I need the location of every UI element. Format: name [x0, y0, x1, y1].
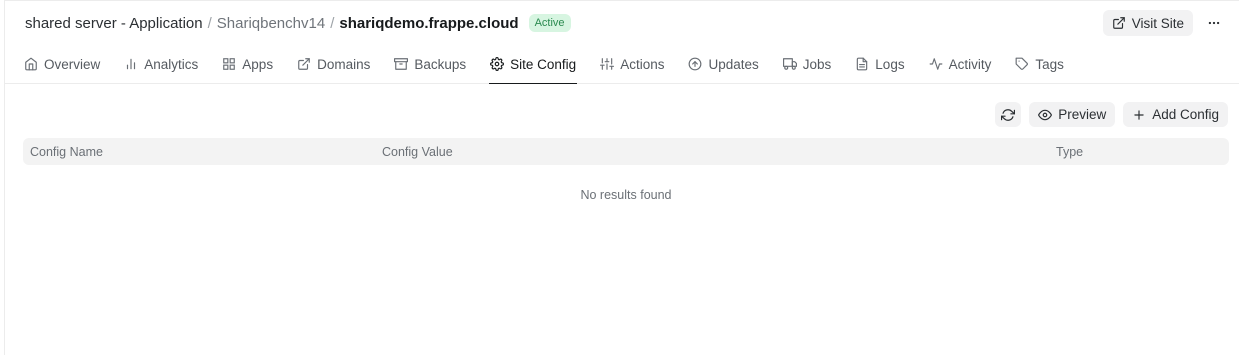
breadcrumb-server[interactable]: shared server - Application	[25, 15, 203, 32]
page-header: shared server - Application / Shariqbenc…	[5, 1, 1239, 45]
tab-label: Actions	[620, 56, 665, 72]
tag-icon	[1015, 57, 1029, 70]
visit-site-button[interactable]: Visit Site	[1102, 10, 1193, 36]
tab-backups[interactable]: Backups	[393, 45, 467, 83]
refresh-button[interactable]	[995, 102, 1022, 127]
more-horizontal-icon	[1208, 21, 1220, 25]
status-badge: Active	[528, 14, 571, 32]
tab-label: Logs	[875, 56, 905, 72]
tab-tags[interactable]: Tags	[1014, 45, 1065, 83]
external-link-icon	[298, 58, 310, 70]
bar-chart-icon	[127, 58, 136, 70]
tab-label: Overview	[44, 56, 101, 72]
tab-label: Tags	[1035, 56, 1064, 72]
tab-updates[interactable]: Updates	[687, 45, 759, 83]
file-text-icon	[857, 57, 868, 71]
eye-icon	[1038, 109, 1053, 120]
arrow-up-circle-icon	[689, 57, 702, 71]
tab-label: Analytics	[144, 56, 199, 72]
more-options-button[interactable]	[1201, 10, 1227, 36]
breadcrumb-separator: /	[330, 14, 335, 32]
tab-apps[interactable]: Apps	[221, 45, 274, 83]
add-config-label: Add Config	[1152, 107, 1219, 122]
column-type: Type	[1056, 145, 1084, 159]
home-icon	[25, 57, 37, 71]
tab-bar: Overview Analytics Apps Domains Backups …	[5, 45, 1239, 84]
activity-icon	[929, 58, 942, 70]
tab-label: Backups	[414, 56, 467, 72]
tab-analytics[interactable]: Analytics	[123, 45, 199, 83]
config-toolbar: Preview Add Config	[995, 102, 1228, 127]
preview-label: Preview	[1058, 107, 1107, 122]
breadcrumb: shared server - Application / Shariqbenc…	[25, 14, 571, 32]
tab-actions[interactable]: Actions	[599, 45, 665, 83]
tab-label: Apps	[242, 56, 274, 72]
external-link-icon	[1112, 17, 1125, 29]
refresh-icon	[1001, 108, 1016, 121]
tab-label: Jobs	[802, 56, 832, 72]
tab-jobs[interactable]: Jobs	[782, 45, 833, 83]
breadcrumb-bench[interactable]: Shariqbenchv14	[217, 15, 325, 32]
truck-icon	[782, 58, 797, 70]
grid-icon	[223, 58, 236, 70]
tab-activity[interactable]: Activity	[928, 45, 993, 83]
tab-label: Site Config	[510, 56, 577, 72]
column-config-value: Config Value	[382, 145, 453, 159]
tab-label: Updates	[708, 56, 759, 72]
breadcrumb-separator: /	[207, 14, 212, 32]
column-config-name: Config Name	[30, 145, 103, 159]
table-header: Config Name Config Value Type	[23, 138, 1229, 165]
plus-icon	[1134, 109, 1144, 120]
add-config-button[interactable]: Add Config	[1123, 102, 1228, 127]
visit-site-label: Visit Site	[1131, 15, 1184, 31]
tab-site-config[interactable]: Site Config	[489, 45, 578, 84]
gear-icon	[490, 57, 505, 71]
tab-overview[interactable]: Overview	[23, 45, 101, 83]
tab-label: Activity	[948, 56, 992, 72]
tab-domains[interactable]: Domains	[296, 45, 371, 83]
preview-button[interactable]: Preview	[1029, 102, 1116, 127]
archive-icon	[394, 58, 409, 70]
tab-logs[interactable]: Logs	[854, 45, 905, 83]
sliders-icon	[600, 58, 615, 70]
tab-label: Domains	[317, 56, 371, 72]
empty-state-message: No results found	[580, 188, 672, 202]
breadcrumb-site: shariqdemo.frappe.cloud	[339, 14, 519, 32]
